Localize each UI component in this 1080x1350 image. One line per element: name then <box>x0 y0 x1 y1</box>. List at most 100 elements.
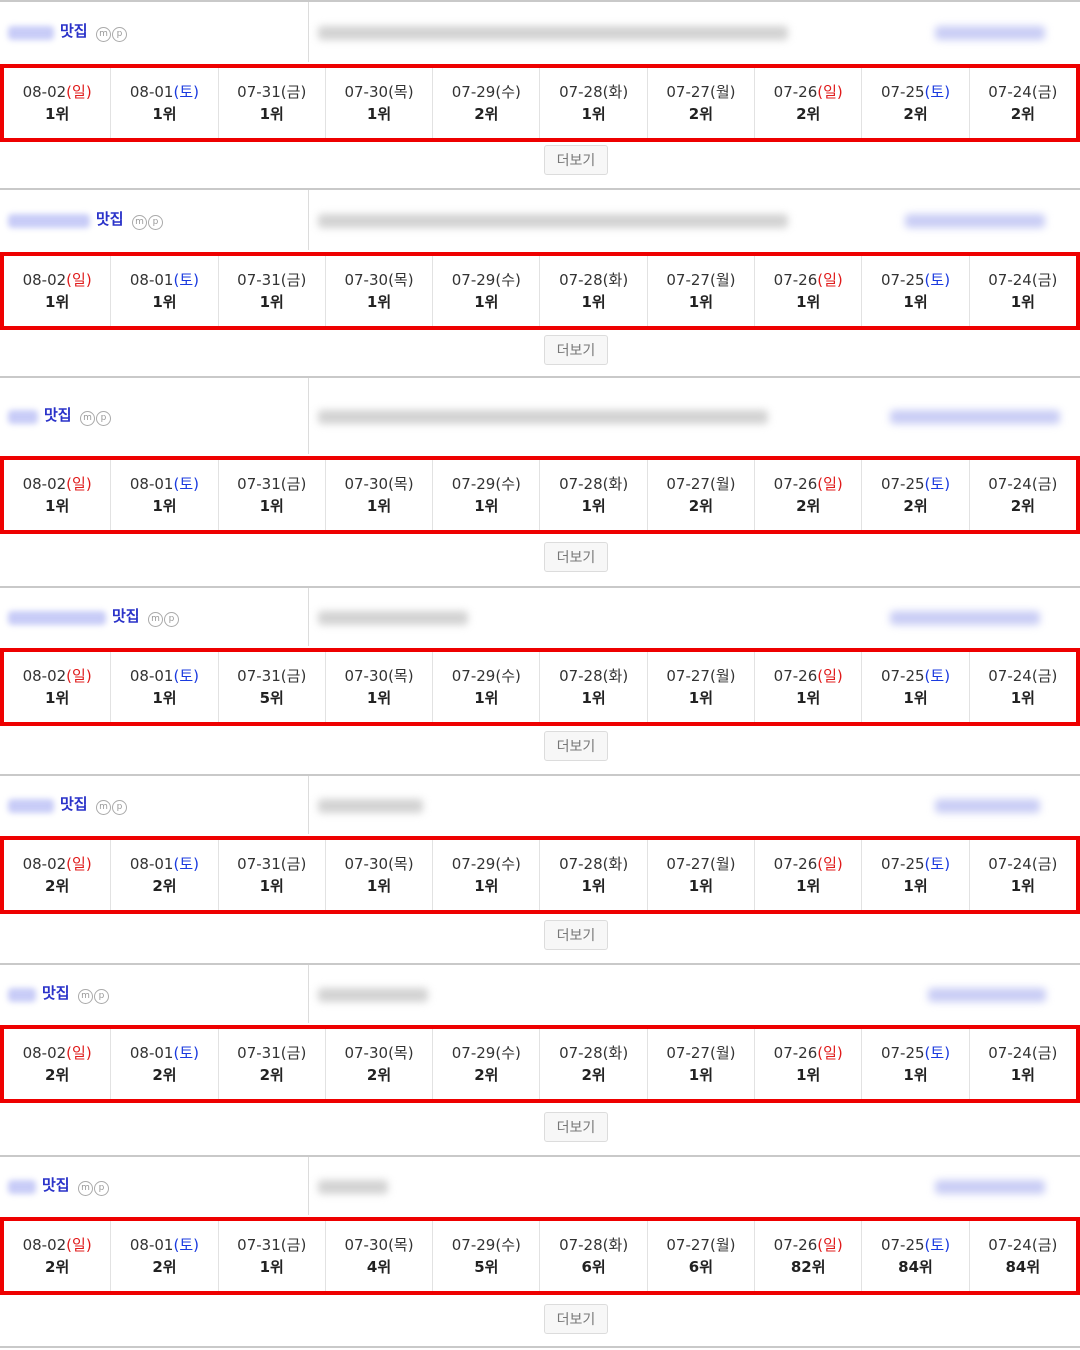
day-cell: 07-27(월) 1위 <box>648 256 756 326</box>
day-cell: 07-25(토) 84위 <box>862 1221 970 1291</box>
rank-value: 1위 <box>259 105 284 123</box>
keyword-block: 맛집 m p 08-02(일) 1위 08-01(토) 1위 07-31(금) 1위 07-30(… <box>0 188 1080 375</box>
more-button[interactable]: 더보기 <box>544 920 608 950</box>
mobile-icon: m <box>148 612 163 627</box>
date-label: 07-27(월) <box>666 1042 735 1064</box>
more-button[interactable]: 더보기 <box>544 145 608 175</box>
mobile-icon: m <box>132 215 147 230</box>
keyword-label[interactable]: 맛집 <box>44 404 72 425</box>
weekday-value: 금 <box>1037 271 1052 289</box>
keyword-label[interactable]: 맛집 <box>112 605 140 626</box>
keyword-header: 맛집 m p <box>0 776 1080 834</box>
blurred-store-name[interactable] <box>928 988 1046 1002</box>
blurred-store-name[interactable] <box>935 1180 1045 1194</box>
blurred-keyword-name <box>8 611 106 625</box>
blurred-url[interactable] <box>318 410 768 424</box>
date-label: 07-28(화) <box>559 1042 628 1064</box>
day-cell: 07-31(금) 2위 <box>219 1029 326 1099</box>
date-label: 07-29(수) <box>452 1234 521 1256</box>
day-cell: 08-01(토) 1위 <box>111 68 219 138</box>
rank-value: 1위 <box>903 293 928 311</box>
keyword-header: 맛집 m p <box>0 1157 1080 1215</box>
weekday-label: (일) <box>66 1044 92 1062</box>
weekday-value: 월 <box>715 475 730 493</box>
pc-icon: p <box>96 411 111 426</box>
date-label: 07-24(금) <box>988 473 1057 495</box>
blurred-keyword-name <box>8 1180 36 1194</box>
date-label: 07-29(수) <box>452 473 521 495</box>
weekday-value: 수 <box>501 855 516 873</box>
date-value: 07-24 <box>988 855 1032 873</box>
day-cell: 07-29(수) 1위 <box>433 652 541 722</box>
date-value: 07-31 <box>237 667 281 685</box>
blurred-store-name[interactable] <box>935 26 1045 40</box>
keyword-cell: 맛집 m p <box>0 1157 309 1215</box>
day-cell: 07-31(금) 1위 <box>219 256 326 326</box>
blurred-store-name[interactable] <box>890 611 1040 625</box>
day-cell: 07-29(수) 1위 <box>433 840 541 910</box>
weekday-label: (목) <box>388 475 414 493</box>
keyword-label[interactable]: 맛집 <box>42 1174 70 1195</box>
blurred-store-name[interactable] <box>935 799 1040 813</box>
day-cell: 07-29(수) 1위 <box>433 460 541 530</box>
weekday-label: (목) <box>388 667 414 685</box>
date-label: 07-24(금) <box>988 269 1057 291</box>
blurred-url[interactable] <box>318 799 423 813</box>
weekday-label: (금) <box>280 1236 307 1254</box>
weekday-label: (일) <box>66 271 92 289</box>
date-value: 07-25 <box>880 475 925 493</box>
weekday-label: (화) <box>602 271 629 289</box>
day-cell: 07-24(금) 1위 <box>970 256 1076 326</box>
mobile-pc-icons: mp <box>132 215 163 230</box>
rank-value: 1위 <box>796 293 821 311</box>
blurred-url[interactable] <box>318 214 788 228</box>
weekday-label: (토) <box>173 475 199 493</box>
day-cell: 07-30(목) 1위 <box>326 68 434 138</box>
more-button[interactable]: 더보기 <box>544 542 608 572</box>
weekday-label: (화) <box>602 855 629 873</box>
rank-value: 1위 <box>366 877 392 895</box>
date-value: 07-24 <box>988 1236 1032 1254</box>
rank-value: 1위 <box>45 293 70 311</box>
blurred-store-name[interactable] <box>905 214 1045 228</box>
date-value: 07-26 <box>773 1236 818 1254</box>
rank-value: 1위 <box>366 105 392 123</box>
more-button[interactable]: 더보기 <box>544 731 608 761</box>
weekday-value: 수 <box>501 475 516 493</box>
pc-icon: p <box>148 215 163 230</box>
blurred-url[interactable] <box>318 611 468 625</box>
more-button[interactable]: 더보기 <box>544 1304 608 1334</box>
keyword-label[interactable]: 맛집 <box>42 982 70 1003</box>
date-value: 07-28 <box>559 1236 603 1254</box>
rank-value: 1위 <box>45 497 70 515</box>
date-label: 08-02(일) <box>23 81 92 103</box>
date-value: 07-25 <box>880 667 925 685</box>
date-value: 07-25 <box>880 1236 925 1254</box>
date-value: 07-25 <box>880 855 925 873</box>
date-label: 07-28(화) <box>559 473 628 495</box>
weekday-value: 금 <box>286 667 301 685</box>
weekday-value: 목 <box>393 667 408 685</box>
rank-value: 1위 <box>474 689 499 707</box>
weekday-value: 수 <box>501 271 516 289</box>
keyword-label[interactable]: 맛집 <box>96 208 124 229</box>
more-button[interactable]: 더보기 <box>544 335 608 365</box>
blurred-url[interactable] <box>318 26 788 40</box>
keyword-label[interactable]: 맛집 <box>60 20 88 41</box>
date-label: 07-24(금) <box>988 1234 1057 1256</box>
mobile-icon: m <box>80 411 95 426</box>
date-label: 07-26(일) <box>774 1042 843 1064</box>
blurred-store-name[interactable] <box>890 410 1060 424</box>
date-value: 07-28 <box>559 1044 603 1062</box>
day-cell: 07-27(월) 2위 <box>648 68 756 138</box>
day-cell: 07-26(일) 2위 <box>755 460 863 530</box>
blurred-url[interactable] <box>318 1180 388 1194</box>
keyword-cell: 맛집 m p <box>0 378 309 454</box>
date-value: 08-01 <box>129 855 174 873</box>
weekday-value: 화 <box>608 271 623 289</box>
rank-value: 6위 <box>581 1258 606 1276</box>
blurred-url[interactable] <box>318 988 428 1002</box>
keyword-label[interactable]: 맛집 <box>60 793 88 814</box>
weekday-label: (토) <box>924 667 951 685</box>
more-button[interactable]: 더보기 <box>544 1112 608 1142</box>
